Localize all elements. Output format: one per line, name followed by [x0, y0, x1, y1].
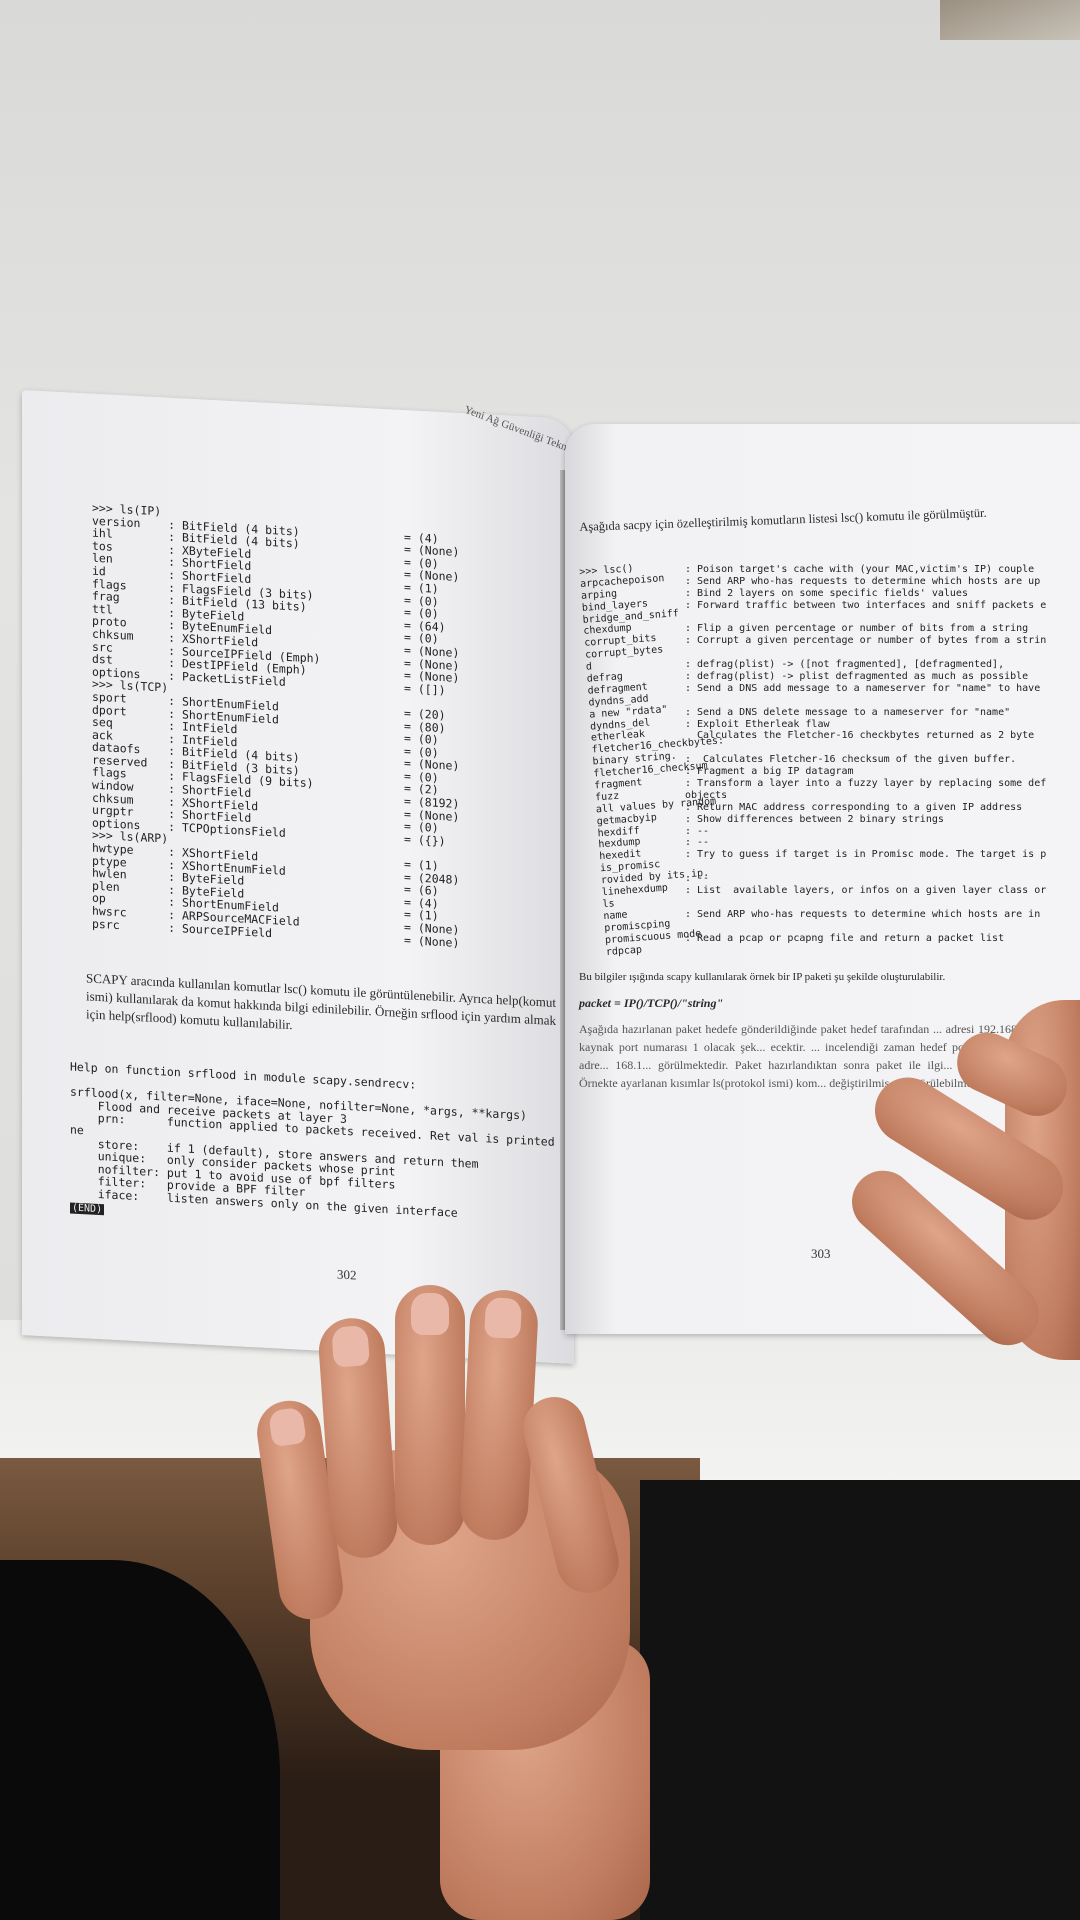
command-description: Calculates the Fletcher-16 checkbytes re…: [685, 730, 1035, 742]
page-number: 302: [337, 1266, 357, 1283]
default-values-column: = (4) = (None) = (0) = (None) = (1) = (0) = (0…: [404, 518, 460, 950]
command-description: : Fragment a big IP datagram: [685, 766, 854, 778]
command-description: : Send ARP who-has requests to determine…: [685, 575, 1041, 587]
command-description: : --: [685, 825, 710, 837]
command-description: : Flip a given percentage or number of b…: [685, 623, 1029, 635]
code-example: packet = IP()/TCP()/"string": [579, 996, 724, 1010]
command-description: : Try to guess if target is in Promisc m…: [685, 849, 1047, 861]
intro-text: Aşağıda sacpy için özelleştirilmiş komut…: [579, 505, 987, 534]
shelf-corner: [940, 0, 1080, 40]
ls-output-code: >>> ls(IP) version : BitField (4 bits) ihl…: [92, 501, 320, 942]
command-description: : Corrupt a given percentage or number o…: [685, 635, 1047, 647]
command-description: [685, 921, 1046, 933]
command-description: [685, 897, 1046, 909]
end-marker: (END): [70, 1202, 105, 1216]
command-description: : defrag(plist) -> ([not fragmented], [d…: [685, 659, 1005, 671]
command-description: : Show differences between 2 binary stri…: [685, 813, 944, 825]
command-description: : Calculates Fletcher-16 checksum of the…: [685, 754, 1017, 766]
command-descriptions-column: : Poison target's cache with (your MAC,v…: [685, 564, 1046, 945]
command-description: : Send a DNS delete message to a nameser…: [685, 706, 1011, 718]
help-output-code: Help on function srflood in module scapy…: [70, 1060, 624, 1229]
command-description: [685, 647, 1046, 659]
command-description: : Forward traffic between two interfaces…: [685, 599, 1047, 611]
command-description: : --: [685, 837, 710, 849]
command-description: [685, 695, 1046, 707]
dark-floor: [640, 1480, 1080, 1920]
paragraph: SCAPY aracında kullanılan komutlar lsc()…: [86, 970, 556, 1033]
default-value: = ({}): [404, 831, 446, 849]
command-description: : defrag(plist) -> plist defragmented as…: [685, 671, 1029, 683]
command-description: : Return MAC address corresponding to a …: [685, 801, 1023, 813]
default-value: = (None): [404, 932, 460, 950]
command-description: : List available layers, or infos on a g…: [685, 885, 1047, 897]
command-description: objects: [685, 789, 728, 801]
command-description: : Bind 2 layers on some specific fields'…: [685, 587, 968, 599]
command-description: [685, 861, 1046, 873]
page-number: 303: [811, 1246, 831, 1261]
book-page-right: Aşağıda sacpy için özelleştirilmiş komut…: [565, 424, 1080, 1334]
paragraph-2: Aşağıda hazırlanan paket hedefe gönderil…: [579, 1022, 1059, 1090]
command-description: : Read a pcap or pcapng file and return …: [685, 932, 1005, 944]
command-description: [685, 612, 1046, 624]
command-description: : Send a DNS add message to a nameserver…: [685, 682, 1041, 694]
command-description: : Transform a layer into a fuzzy layer b…: [685, 778, 1047, 790]
command-description: : Send ARP who-has requests to determine…: [685, 908, 1041, 920]
paragraph-1: Bu bilgiler ışığında scapy kullanılarak …: [579, 971, 946, 983]
command-description: : Exploit Etherleak flaw: [685, 718, 830, 730]
command-description: : --: [685, 873, 710, 885]
book-page-left: Yeni Ağ Güvenliği Tekn... >>> ls(IP) vers…: [22, 390, 624, 1364]
command-description: : Poison target's cache with (your MAC,v…: [685, 564, 1035, 575]
command-description: [685, 742, 1046, 754]
